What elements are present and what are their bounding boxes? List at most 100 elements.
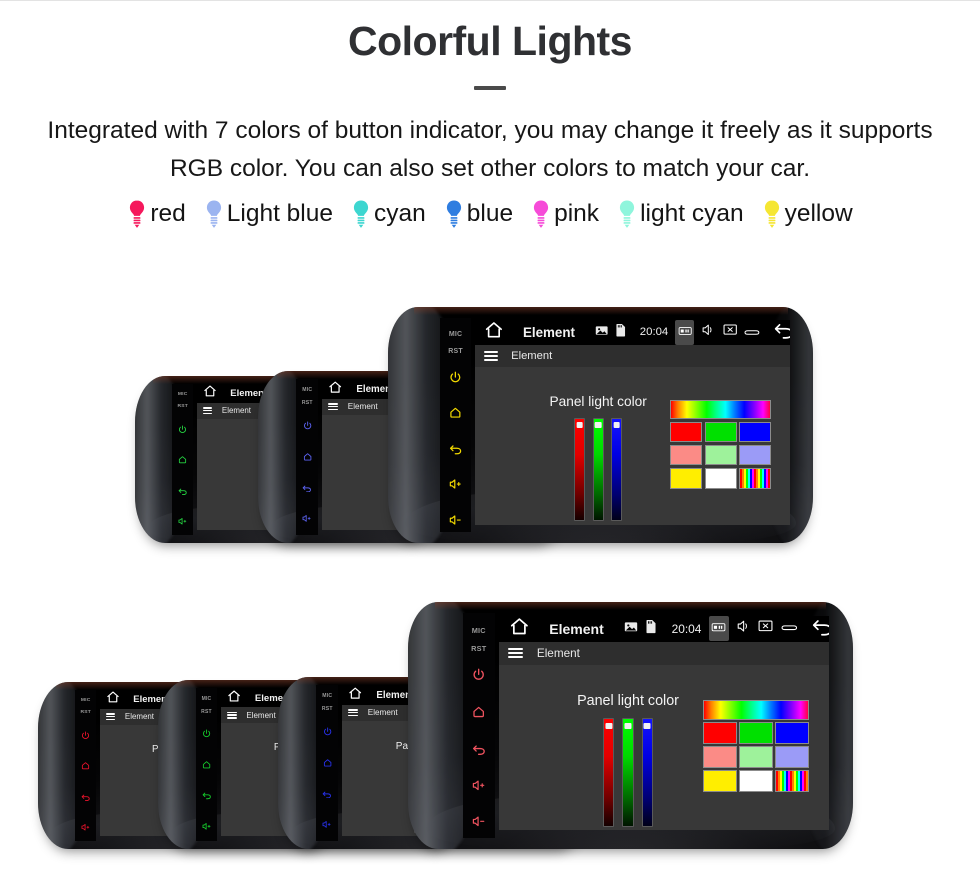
swatch-periwinkle[interactable] bbox=[775, 746, 810, 768]
green-slider[interactable] bbox=[592, 417, 604, 522]
volume-up-icon[interactable] bbox=[81, 818, 90, 836]
swatch-rainbow[interactable] bbox=[738, 467, 772, 489]
image-icon[interactable] bbox=[595, 323, 608, 341]
green-slider[interactable] bbox=[622, 717, 634, 827]
volume-up-icon[interactable] bbox=[302, 510, 312, 528]
swatch-green[interactable] bbox=[704, 421, 737, 443]
home-icon[interactable] bbox=[484, 320, 504, 345]
blue-slider[interactable] bbox=[641, 717, 654, 827]
home-icon[interactable] bbox=[323, 754, 332, 772]
volume-down-icon[interactable] bbox=[449, 513, 462, 531]
swatch-light-green[interactable] bbox=[739, 746, 774, 768]
swatch-red[interactable] bbox=[703, 721, 737, 744]
home-icon[interactable] bbox=[227, 689, 241, 707]
home-icon[interactable] bbox=[328, 380, 342, 399]
home-icon[interactable] bbox=[348, 686, 362, 705]
image-icon[interactable] bbox=[624, 620, 638, 638]
mute-speaker-icon[interactable] bbox=[736, 619, 752, 638]
back-arrow-icon[interactable] bbox=[811, 616, 829, 641]
hamburger-menu-icon[interactable] bbox=[347, 709, 358, 717]
power-icon[interactable] bbox=[178, 421, 187, 439]
swatch-blue[interactable] bbox=[738, 421, 772, 443]
back-arrow-icon[interactable] bbox=[322, 785, 332, 803]
recent-apps-icon[interactable] bbox=[744, 323, 760, 341]
home-icon[interactable] bbox=[81, 757, 90, 775]
back-arrow-icon[interactable] bbox=[202, 787, 212, 805]
rainbow-gradient-bar[interactable] bbox=[703, 699, 810, 720]
device-salmon[interactable]: MIC RST Element 20:04 Element Panel light col… bbox=[408, 602, 853, 849]
back-arrow-icon[interactable] bbox=[472, 742, 486, 760]
power-icon[interactable] bbox=[449, 370, 462, 388]
recent-apps-icon[interactable] bbox=[781, 620, 798, 638]
rainbow-gradient-bar[interactable] bbox=[670, 400, 772, 420]
home-icon[interactable] bbox=[203, 385, 217, 403]
volume-up-icon[interactable] bbox=[472, 779, 486, 797]
close-window-icon[interactable] bbox=[723, 323, 737, 341]
red-slider[interactable] bbox=[603, 717, 615, 827]
side-button-bezel: MIC RST bbox=[171, 383, 194, 536]
home-icon[interactable] bbox=[178, 451, 187, 469]
swatch-salmon[interactable] bbox=[670, 444, 703, 466]
home-icon[interactable] bbox=[472, 705, 485, 723]
hamburger-menu-icon[interactable] bbox=[327, 403, 338, 411]
screenshot-icon[interactable] bbox=[708, 615, 729, 642]
touch-screen[interactable]: Element 20:04 Element Panel light color bbox=[499, 615, 829, 831]
back-arrow-icon[interactable] bbox=[302, 479, 312, 497]
back-arrow-icon[interactable] bbox=[449, 442, 463, 460]
swatch-green[interactable] bbox=[739, 721, 774, 744]
hamburger-menu-icon[interactable] bbox=[105, 713, 116, 721]
device-yellow[interactable]: MIC RST Element 20:04 Element Panel light col… bbox=[388, 307, 813, 543]
sdcard-icon[interactable] bbox=[645, 619, 657, 639]
slider-thumb[interactable] bbox=[594, 422, 602, 428]
slider-thumb[interactable] bbox=[576, 422, 584, 428]
swatch-periwinkle[interactable] bbox=[738, 444, 772, 466]
hamburger-menu-icon[interactable] bbox=[508, 648, 523, 659]
blue-slider[interactable] bbox=[611, 417, 623, 522]
red-slider[interactable] bbox=[574, 417, 586, 522]
slider-thumb[interactable] bbox=[624, 722, 632, 729]
slider-thumb[interactable] bbox=[605, 722, 613, 729]
swatch-red[interactable] bbox=[670, 421, 703, 443]
swatch-light-green[interactable] bbox=[704, 444, 737, 466]
volume-down-icon[interactable] bbox=[302, 541, 312, 543]
screenshot-icon[interactable] bbox=[675, 319, 695, 345]
power-icon[interactable] bbox=[323, 723, 332, 741]
home-icon[interactable] bbox=[303, 448, 312, 466]
volume-up-icon[interactable] bbox=[202, 817, 212, 835]
swatch-yellow[interactable] bbox=[670, 467, 703, 489]
slider-thumb[interactable] bbox=[643, 722, 651, 729]
back-arrow-icon[interactable] bbox=[178, 482, 188, 500]
volume-down-icon[interactable] bbox=[472, 815, 486, 833]
power-icon[interactable] bbox=[472, 668, 485, 686]
power-icon[interactable] bbox=[303, 417, 312, 435]
swatch-yellow[interactable] bbox=[703, 770, 737, 793]
hamburger-menu-icon[interactable] bbox=[483, 351, 498, 361]
hamburger-menu-icon[interactable] bbox=[226, 711, 237, 719]
swatch-blue[interactable] bbox=[775, 721, 810, 744]
power-icon[interactable] bbox=[202, 725, 211, 743]
swatch-rainbow[interactable] bbox=[775, 770, 810, 793]
volume-up-icon[interactable] bbox=[178, 512, 187, 530]
home-icon[interactable] bbox=[449, 406, 462, 424]
home-icon[interactable] bbox=[106, 691, 120, 709]
home-icon[interactable] bbox=[509, 616, 530, 642]
home-icon[interactable] bbox=[202, 756, 211, 774]
swatch-white[interactable] bbox=[739, 770, 774, 793]
back-arrow-icon[interactable] bbox=[81, 788, 91, 806]
close-window-icon[interactable] bbox=[758, 619, 773, 638]
volume-down-icon[interactable] bbox=[202, 848, 212, 849]
back-arrow-icon[interactable] bbox=[773, 320, 790, 344]
slider-thumb[interactable] bbox=[613, 422, 620, 428]
swatch-white[interactable] bbox=[704, 467, 737, 489]
swatch-salmon[interactable] bbox=[703, 746, 737, 768]
color-swatch-grid bbox=[703, 699, 810, 793]
volume-up-icon[interactable] bbox=[322, 816, 332, 834]
touch-screen[interactable]: Element 20:04 Element Panel light color bbox=[475, 319, 790, 526]
sdcard-icon[interactable] bbox=[615, 323, 626, 342]
volume-up-icon[interactable] bbox=[449, 478, 462, 496]
power-icon[interactable] bbox=[81, 727, 90, 745]
side-button-bezel: MIC RST bbox=[195, 687, 218, 842]
mute-speaker-icon[interactable] bbox=[701, 323, 716, 342]
hamburger-menu-icon[interactable] bbox=[202, 407, 213, 415]
volume-down-icon[interactable] bbox=[322, 847, 332, 849]
